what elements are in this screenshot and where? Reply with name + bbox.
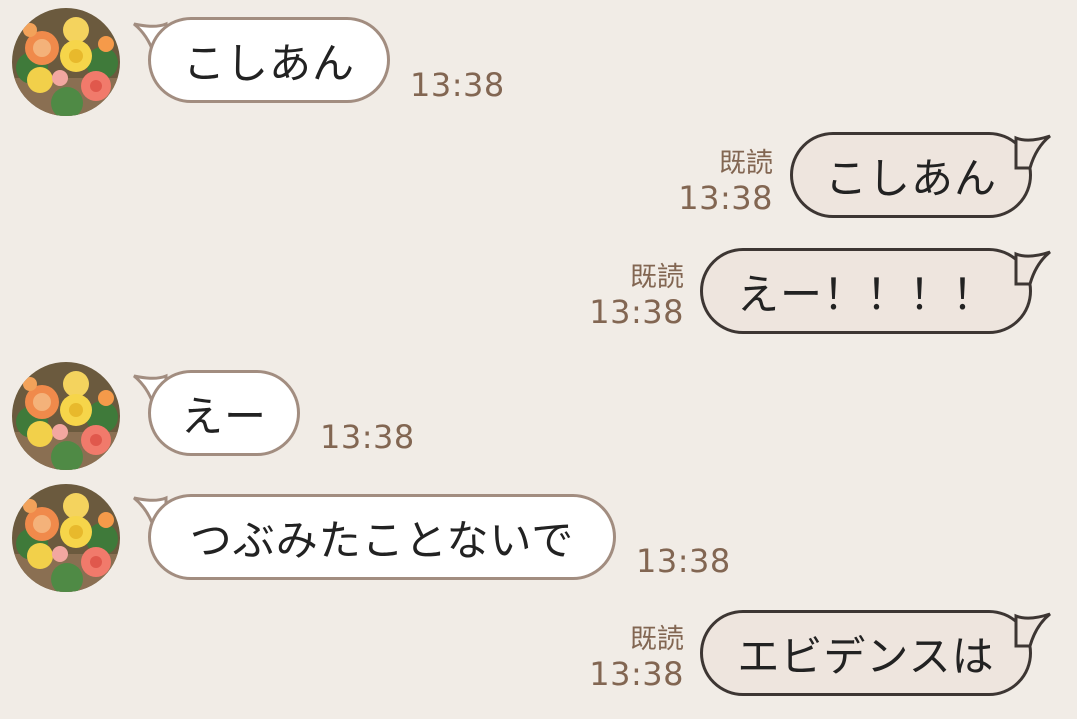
message-time: 13:38 xyxy=(678,179,773,217)
flower-bouquet-avatar-icon xyxy=(12,484,120,592)
message-time: 13:38 xyxy=(589,655,684,693)
message-meta: 既読 13:38 xyxy=(589,262,684,330)
flower-bouquet-avatar-icon xyxy=(12,8,120,116)
message-time: 13:38 xyxy=(636,542,731,580)
message-meta: 既読 13:38 xyxy=(589,624,684,692)
avatar[interactable] xyxy=(12,362,120,470)
message-bubble-outgoing[interactable]: こしあん xyxy=(790,132,1032,218)
message-meta: 既読 13:38 xyxy=(678,148,773,216)
flower-bouquet-avatar-icon xyxy=(12,362,120,470)
message-bubble-incoming[interactable]: えー xyxy=(148,370,300,456)
read-receipt: 既読 xyxy=(630,624,684,655)
message-bubble-incoming[interactable]: つぶみたことないで xyxy=(148,494,616,580)
bubble-tail xyxy=(1014,134,1051,170)
bubble-tail xyxy=(1014,250,1051,286)
read-receipt: 既読 xyxy=(719,148,773,179)
message-bubble-outgoing[interactable]: エビデンスは xyxy=(700,610,1032,696)
read-receipt: 既読 xyxy=(630,262,684,293)
avatar[interactable] xyxy=(12,484,120,592)
message-time: 13:38 xyxy=(410,66,505,104)
message-time: 13:38 xyxy=(320,418,415,456)
chat-screen: { "messages": [ {"direction": "incoming"… xyxy=(0,0,1077,719)
message-time: 13:38 xyxy=(589,293,684,331)
avatar[interactable] xyxy=(12,8,120,116)
bubble-tail xyxy=(1014,612,1051,648)
message-bubble-incoming[interactable]: こしあん xyxy=(148,17,390,103)
message-bubble-outgoing[interactable]: えー！！！！ xyxy=(700,248,1032,334)
